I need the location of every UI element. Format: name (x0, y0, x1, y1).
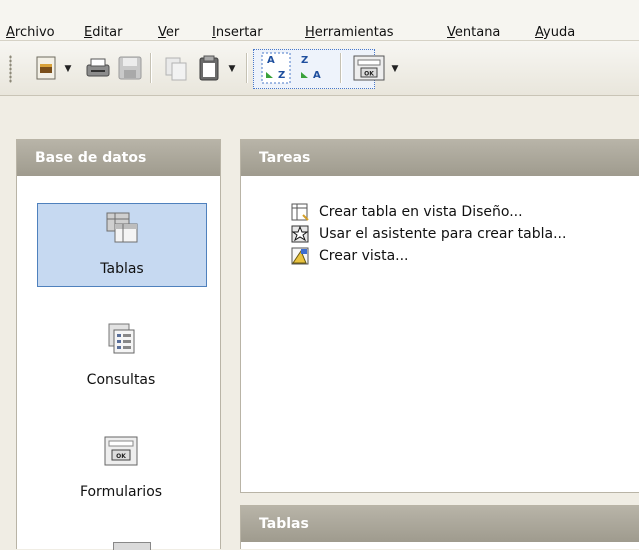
tables-panel: Tablas (240, 505, 639, 549)
menu-ver[interactable]: Ver (158, 25, 179, 41)
print-icon (86, 58, 110, 77)
create-view-icon (291, 247, 309, 265)
sort-descending-button[interactable]: Z A (297, 52, 325, 81)
svg-text:A: A (267, 55, 275, 66)
svg-text:A: A (313, 70, 321, 81)
copy-button[interactable] (162, 54, 190, 82)
sort-ascending-button[interactable]: A Z (261, 52, 291, 84)
toolbar-separator (340, 53, 342, 83)
new-dropdown-arrow[interactable]: ▼ (63, 65, 73, 74)
sort-ascending-icon: A Z (261, 52, 291, 84)
new-document-icon (36, 56, 56, 80)
tables-icon (106, 212, 138, 243)
svg-text:Z: Z (278, 70, 285, 81)
print-button[interactable] (84, 54, 112, 82)
menu-bar: Archivo Editar Ver Insertar Herramientas… (0, 0, 639, 41)
form-icon: OK (353, 55, 385, 81)
paste-dropdown-arrow[interactable]: ▼ (227, 65, 237, 74)
task-asistente-tabla-label: Usar el asistente para crear tabla... (319, 226, 567, 242)
paste-icon (199, 55, 219, 81)
nav-item-consultas[interactable]: Consultas (37, 315, 205, 397)
toolbar-separator (246, 53, 248, 83)
svg-text:OK: OK (116, 453, 126, 460)
paste-button[interactable] (195, 54, 223, 82)
tables-panel-title: Tablas (241, 506, 639, 542)
task-crear-tabla-diseno-label: Crear tabla en vista Diseño... (319, 204, 523, 220)
sort-descending-icon: Z A (301, 55, 321, 81)
svg-text:OK: OK (364, 71, 374, 78)
database-panel: Base de datos Tablas Consultas OK Formul… (16, 139, 221, 550)
menu-editar[interactable]: Editar (84, 25, 123, 41)
wizard-icon (291, 225, 309, 243)
svg-text:Z: Z (301, 55, 308, 66)
toolbar-separator (150, 53, 152, 83)
design-view-icon (291, 203, 309, 221)
nav-item-partial-icon[interactable] (113, 542, 151, 550)
copy-icon (165, 57, 187, 81)
task-crear-vista-label: Crear vista... (319, 248, 409, 264)
menu-herramientas[interactable]: Herramientas (305, 25, 394, 41)
nav-item-tablas[interactable]: Tablas (37, 203, 207, 287)
nav-item-formularios-label: Formularios (79, 484, 163, 500)
new-document-button[interactable] (32, 54, 60, 82)
standard-toolbar: ▼ ▼ A Z Z A OK ▼ (0, 41, 639, 96)
database-panel-title: Base de datos (17, 140, 220, 176)
nav-item-formularios[interactable]: OK Formularios (37, 427, 205, 509)
menu-insertar[interactable]: Insertar (212, 25, 263, 41)
queries-icon (108, 323, 135, 354)
form-dropdown-arrow[interactable]: ▼ (390, 65, 400, 74)
forms-icon: OK (104, 436, 138, 466)
tasks-panel-title: Tareas (241, 140, 639, 176)
nav-item-tablas-label: Tablas (100, 261, 144, 277)
menu-archivo[interactable]: Archivo (6, 25, 55, 41)
save-button[interactable] (116, 54, 144, 82)
toolbar-grip-handle[interactable] (9, 55, 12, 83)
form-control-button[interactable]: OK (352, 54, 386, 82)
tasks-panel: Tareas Crear tabla en vista Diseño... Us… (240, 139, 639, 493)
menu-ventana[interactable]: Ventana (447, 25, 500, 41)
nav-item-consultas-label: Consultas (86, 372, 156, 388)
save-icon (118, 56, 142, 80)
menu-ayuda[interactable]: Ayuda (535, 25, 575, 41)
